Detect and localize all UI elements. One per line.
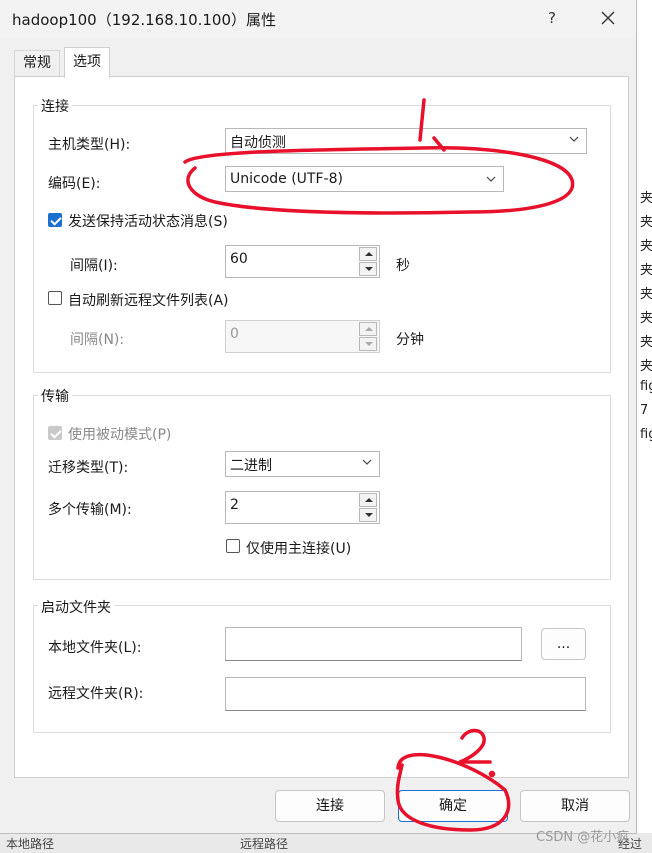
interval-value: 60 xyxy=(230,251,248,267)
bg-item: 夹 xyxy=(640,239,652,254)
chevron-down-icon xyxy=(569,136,579,142)
multi-transfer-value: 2 xyxy=(230,497,239,513)
encoding-value: Unicode (UTF-8) xyxy=(230,171,343,187)
bg-item: 7 x xyxy=(640,403,652,418)
close-icon xyxy=(601,11,615,25)
encoding-select[interactable]: Unicode (UTF-8) xyxy=(225,166,504,192)
spin-up-button[interactable] xyxy=(359,247,377,261)
watermark: CSDN @花小疯 xyxy=(536,830,630,845)
bg-bottom-left: 本地路径 xyxy=(6,837,55,851)
migrate-type-label: 迁移类型(T): xyxy=(48,460,129,476)
spin-down-button[interactable] xyxy=(359,262,377,276)
keepalive-checkbox[interactable] xyxy=(48,213,62,227)
refresh-interval-value: 0 xyxy=(230,326,239,342)
cancel-button[interactable]: 取消 xyxy=(520,790,630,822)
interval-unit: 秒 xyxy=(396,258,410,274)
local-folder-label: 本地文件夹(L): xyxy=(48,640,142,656)
host-type-label: 主机类型(H): xyxy=(48,137,131,153)
spinner-buttons xyxy=(359,322,377,351)
title-bar: hadoop100（192.168.10.100）属性 ? xyxy=(0,0,636,38)
passive-mode-label[interactable]: 使用被动模式(P) xyxy=(68,424,171,444)
spin-up-button[interactable] xyxy=(359,493,377,507)
bg-bottom-mid: 远程路径 xyxy=(240,837,289,851)
multi-transfer-spinner[interactable]: 2 xyxy=(225,491,380,524)
background-window: 夹 夹 夹 夹 夹 夹 夹 夹 fig 7 x fig xyxy=(636,0,652,853)
bg-item: 夹 xyxy=(640,191,652,206)
dialog-title: hadoop100（192.168.10.100）属性 xyxy=(12,11,277,29)
spinner-buttons xyxy=(359,247,377,276)
chevron-down-icon xyxy=(362,459,372,465)
migrate-type-value: 二进制 xyxy=(230,458,272,474)
bg-item: 夹 xyxy=(640,263,652,278)
properties-dialog: hadoop100（192.168.10.100）属性 ? 常规 选项 连接 主… xyxy=(0,0,637,834)
transfer-group-label: 传输 xyxy=(38,386,72,406)
tab-options[interactable]: 选项 xyxy=(64,47,110,78)
bg-item: 夹 xyxy=(640,359,652,374)
refresh-interval-spinner[interactable]: 0 xyxy=(225,320,380,353)
bg-item: fig xyxy=(640,379,652,394)
bg-item: 夹 xyxy=(640,287,652,302)
connection-group-label: 连接 xyxy=(38,96,72,116)
refresh-interval-label: 间隔(N): xyxy=(70,332,125,348)
auto-refresh-label[interactable]: 自动刷新远程文件列表(A) xyxy=(68,290,229,310)
startup-folder-group-label: 启动文件夹 xyxy=(38,597,114,617)
main-conn-only-label[interactable]: 仅使用主连接(U) xyxy=(246,538,351,558)
refresh-interval-unit: 分钟 xyxy=(396,332,424,348)
spin-down-button[interactable] xyxy=(359,337,377,351)
ok-button[interactable]: 确定 xyxy=(398,790,508,822)
keepalive-label[interactable]: 发送保持活动状态消息(S) xyxy=(68,211,228,231)
local-folder-input[interactable] xyxy=(225,627,522,661)
remote-folder-label: 远程文件夹(R): xyxy=(48,686,144,702)
host-type-select[interactable]: 自动侦测 xyxy=(225,128,587,154)
encoding-label: 编码(E): xyxy=(48,176,101,192)
bg-item: fig xyxy=(640,427,652,442)
chevron-down-icon xyxy=(486,176,496,182)
spinner-buttons xyxy=(359,493,377,522)
close-button[interactable] xyxy=(596,6,620,30)
interval-label: 间隔(I): xyxy=(70,258,118,274)
migrate-type-select[interactable]: 二进制 xyxy=(225,451,380,477)
startup-folder-group xyxy=(33,605,611,733)
bg-item: 夹 xyxy=(640,335,652,350)
multi-transfer-label: 多个传输(M): xyxy=(48,502,132,518)
host-type-value: 自动侦测 xyxy=(230,135,286,151)
remote-folder-input[interactable] xyxy=(225,677,586,711)
auto-refresh-checkbox[interactable] xyxy=(48,291,62,305)
spin-down-button[interactable] xyxy=(359,508,377,522)
connect-button[interactable]: 连接 xyxy=(275,790,385,822)
spin-up-button[interactable] xyxy=(359,322,377,336)
bg-item: 夹 xyxy=(640,215,652,230)
browse-button[interactable]: ... xyxy=(541,628,586,660)
bg-item: 夹 xyxy=(640,311,652,326)
interval-spinner[interactable]: 60 xyxy=(225,245,380,278)
main-conn-only-checkbox[interactable] xyxy=(226,539,240,553)
tab-general[interactable]: 常规 xyxy=(14,50,60,77)
passive-mode-checkbox[interactable] xyxy=(48,426,62,440)
help-button[interactable]: ? xyxy=(540,6,564,30)
